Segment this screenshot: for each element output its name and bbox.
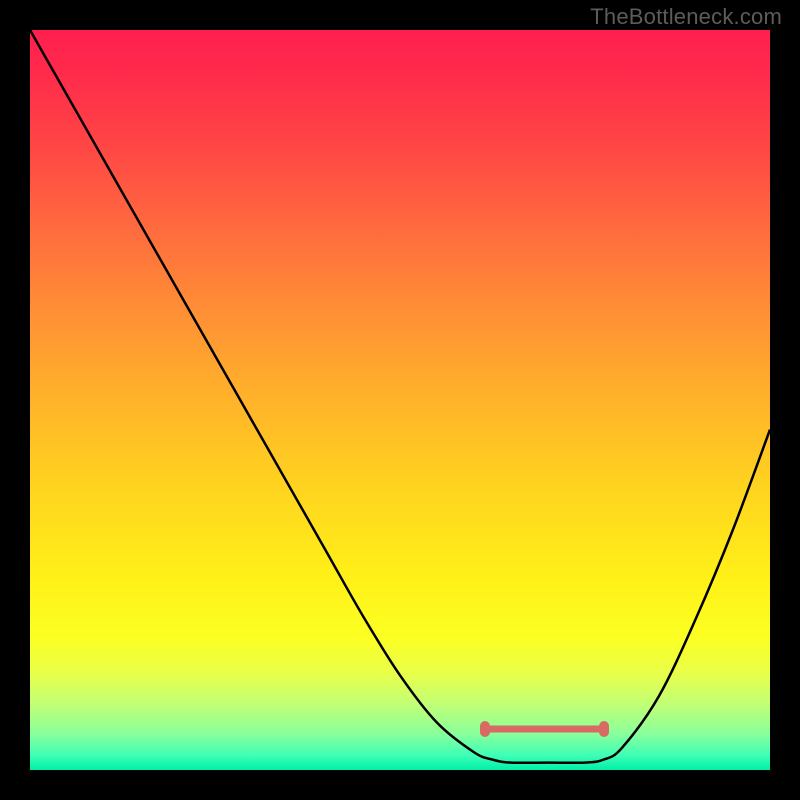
trough-band [485,726,603,733]
plot-area [30,30,770,770]
trough-marker-2 [599,721,609,737]
bottleneck-curve [30,30,770,770]
watermark-text: TheBottleneck.com [590,4,782,30]
trough-marker-1 [480,721,490,737]
curve-path [30,30,770,763]
chart-frame: TheBottleneck.com [0,0,800,800]
